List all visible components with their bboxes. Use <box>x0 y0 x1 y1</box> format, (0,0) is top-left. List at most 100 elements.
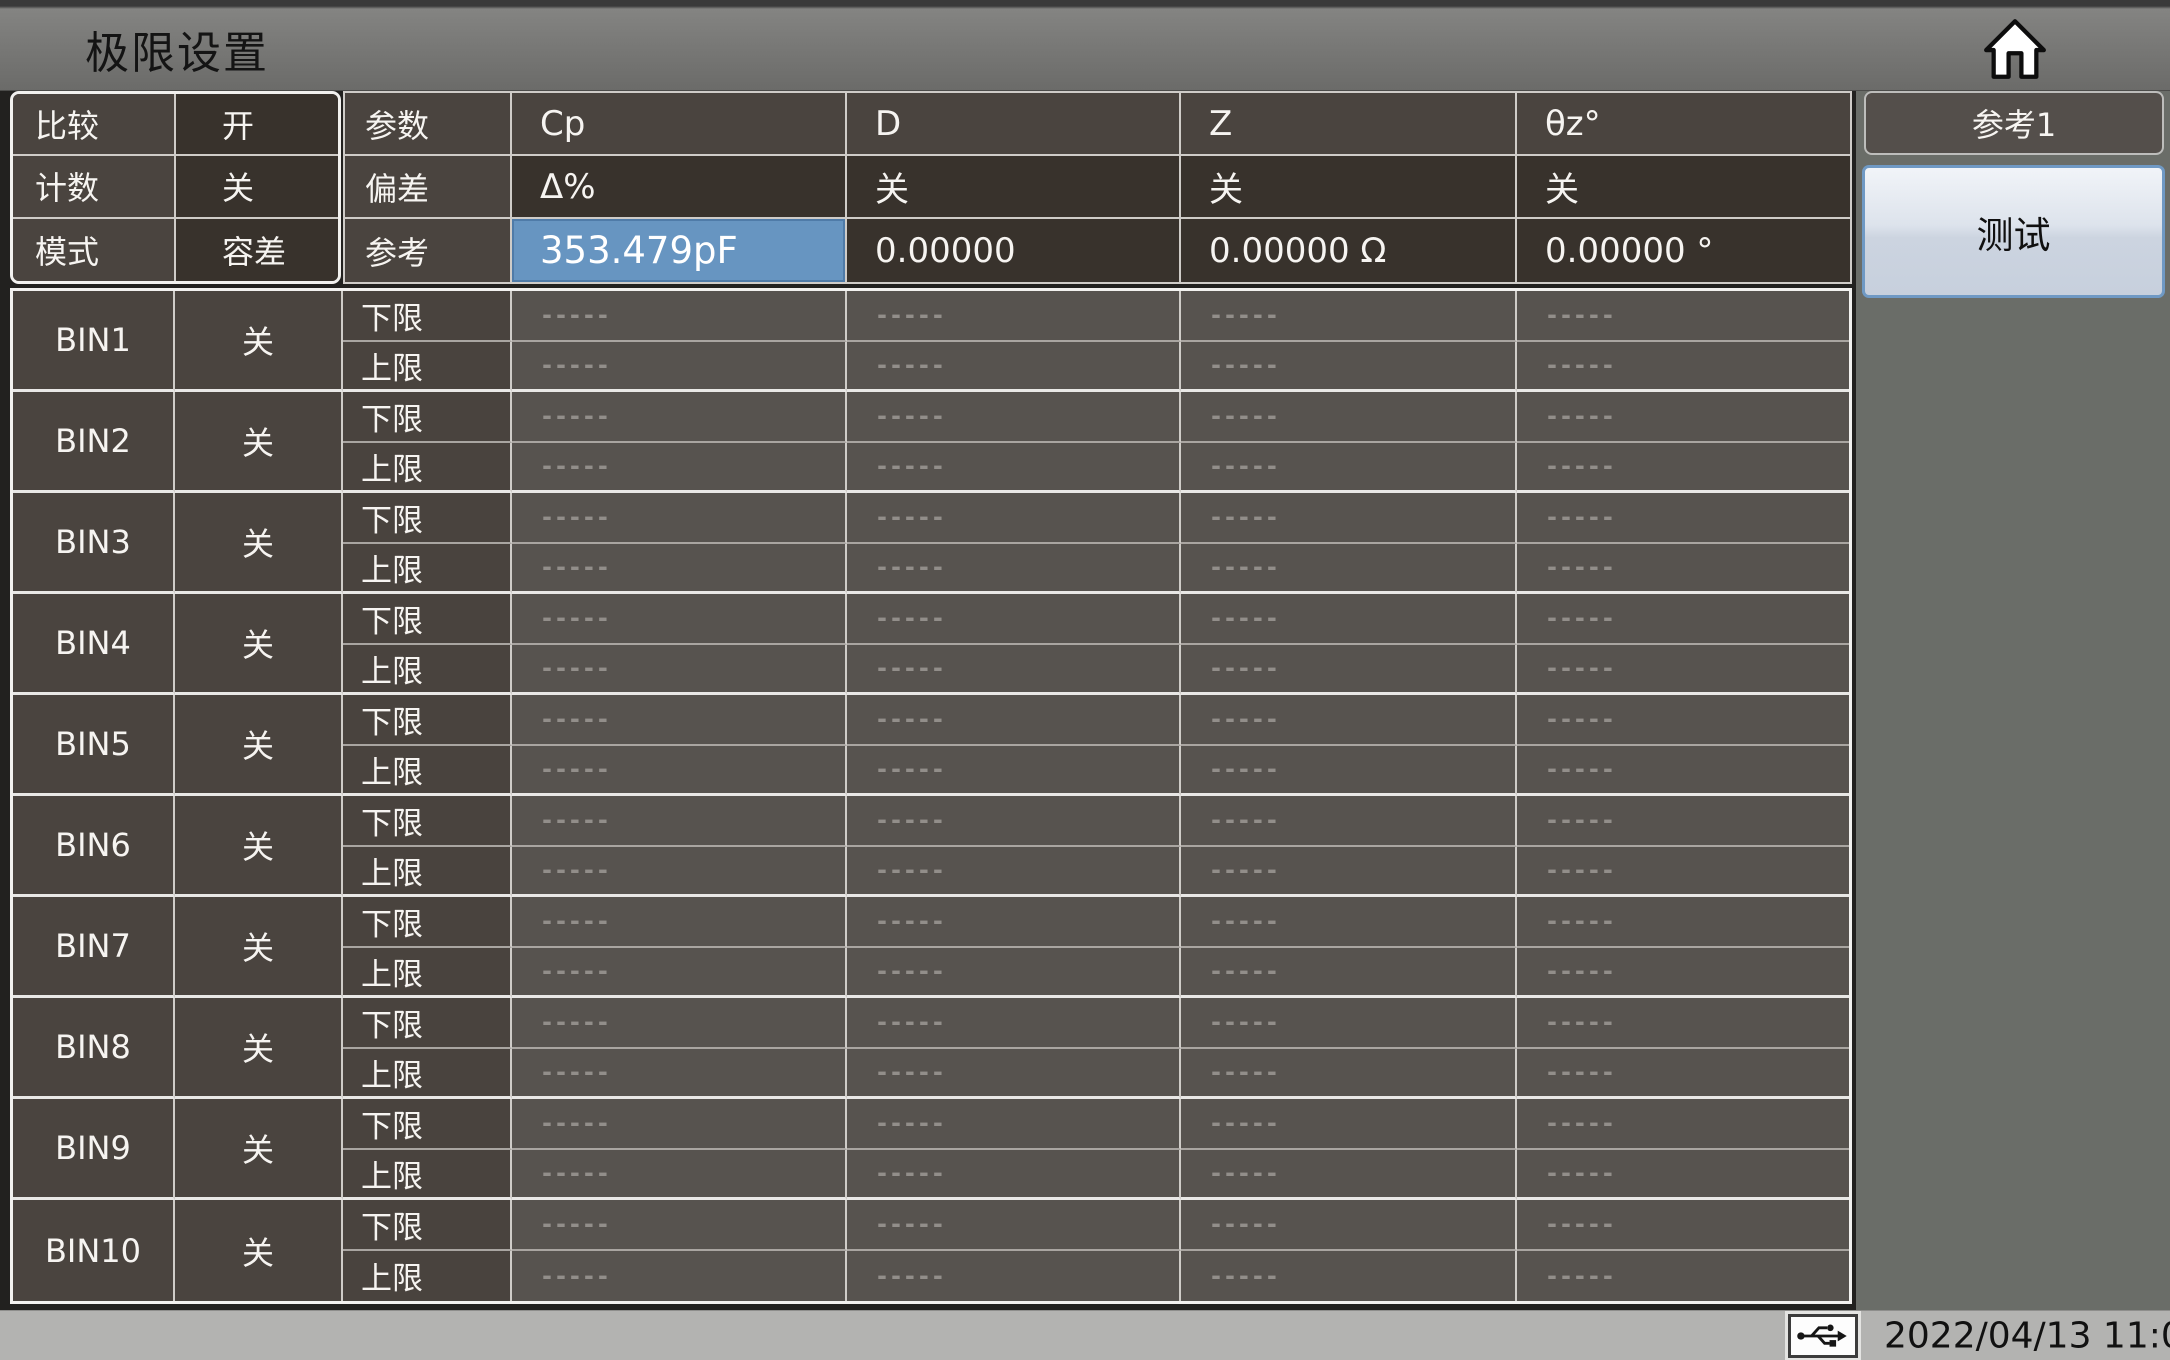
upper-limit-value[interactable]: ----- <box>1517 1048 1849 1099</box>
upper-limit-value[interactable]: ----- <box>1517 644 1849 695</box>
lower-limit-value[interactable]: ----- <box>847 1099 1181 1150</box>
lower-limit-value[interactable]: ----- <box>512 897 847 948</box>
lower-limit-value[interactable]: ----- <box>1517 998 1849 1049</box>
lower-limit-value[interactable]: ----- <box>847 1200 1181 1251</box>
upper-limit-value[interactable]: ----- <box>1517 745 1849 796</box>
lower-limit-value[interactable]: ----- <box>512 998 847 1049</box>
lower-limit-value[interactable]: ----- <box>512 695 847 746</box>
upper-limit-value[interactable]: ----- <box>1517 947 1849 998</box>
lower-limit-value[interactable]: ----- <box>1517 1200 1849 1251</box>
lower-limit-value[interactable]: ----- <box>847 493 1181 544</box>
bin-state-toggle[interactable]: 关 <box>175 493 343 594</box>
bin-state-toggle[interactable]: 关 <box>175 594 343 695</box>
lower-limit-value[interactable]: ----- <box>512 493 847 544</box>
lower-limit-value[interactable]: ----- <box>847 695 1181 746</box>
lower-limit-value[interactable]: ----- <box>847 897 1181 948</box>
upper-limit-value[interactable]: ----- <box>1181 543 1517 594</box>
upper-limit-value[interactable]: ----- <box>847 846 1181 897</box>
deviation-value-1[interactable]: 关 <box>847 156 1181 219</box>
bin-state-toggle[interactable]: 关 <box>175 291 343 392</box>
bin-state-toggle[interactable]: 关 <box>175 695 343 796</box>
upper-limit-value[interactable]: ----- <box>1181 947 1517 998</box>
deviation-value-2[interactable]: 关 <box>1181 156 1517 219</box>
upper-limit-value[interactable]: ----- <box>512 947 847 998</box>
upper-limit-value[interactable]: ----- <box>512 543 847 594</box>
lower-limit-value[interactable]: ----- <box>512 392 847 443</box>
param-name-1[interactable]: D <box>847 93 1181 156</box>
upper-limit-value[interactable]: ----- <box>847 1149 1181 1200</box>
bin-state-toggle[interactable]: 关 <box>175 796 343 897</box>
upper-limit-value[interactable]: ----- <box>512 341 847 392</box>
lower-limit-value[interactable]: ----- <box>1517 695 1849 746</box>
upper-limit-value[interactable]: ----- <box>1181 745 1517 796</box>
lower-limit-value[interactable]: ----- <box>1181 796 1517 847</box>
bin-state-toggle[interactable]: 关 <box>175 1200 343 1301</box>
upper-limit-value[interactable]: ----- <box>1181 341 1517 392</box>
lower-limit-value[interactable]: ----- <box>1517 594 1849 645</box>
upper-limit-value[interactable]: ----- <box>512 1048 847 1099</box>
lower-limit-value[interactable]: ----- <box>1181 998 1517 1049</box>
lower-limit-value[interactable]: ----- <box>847 594 1181 645</box>
lower-limit-value[interactable]: ----- <box>1181 1099 1517 1150</box>
upper-limit-value[interactable]: ----- <box>512 442 847 493</box>
lower-limit-value[interactable]: ----- <box>1517 897 1849 948</box>
upper-limit-value[interactable]: ----- <box>512 1149 847 1200</box>
lower-limit-value[interactable]: ----- <box>1181 392 1517 443</box>
lower-limit-value[interactable]: ----- <box>1517 493 1849 544</box>
lower-limit-value[interactable]: ----- <box>1181 291 1517 342</box>
param-name-2[interactable]: Z <box>1181 93 1517 156</box>
home-button[interactable] <box>1983 18 2047 80</box>
lower-limit-value[interactable]: ----- <box>512 1200 847 1251</box>
lower-limit-value[interactable]: ----- <box>1181 1200 1517 1251</box>
bin-state-toggle[interactable]: 关 <box>175 1099 343 1200</box>
lower-limit-value[interactable]: ----- <box>847 998 1181 1049</box>
lower-limit-value[interactable]: ----- <box>512 594 847 645</box>
bin-state-toggle[interactable]: 关 <box>175 392 343 493</box>
upper-limit-value[interactable]: ----- <box>1517 341 1849 392</box>
upper-limit-value[interactable]: ----- <box>1517 846 1849 897</box>
lower-limit-value[interactable]: ----- <box>847 796 1181 847</box>
upper-limit-value[interactable]: ----- <box>1181 442 1517 493</box>
lower-limit-value[interactable]: ----- <box>847 392 1181 443</box>
lower-limit-value[interactable]: ----- <box>847 291 1181 342</box>
lower-limit-value[interactable]: ----- <box>1517 796 1849 847</box>
test-page-button[interactable]: 测试 <box>1862 165 2165 298</box>
param-name-3[interactable]: θz° <box>1517 93 1850 156</box>
lower-limit-value[interactable]: ----- <box>512 1099 847 1150</box>
reference-value-1[interactable]: 0.00000 <box>847 219 1181 282</box>
upper-limit-value[interactable]: ----- <box>1181 644 1517 695</box>
bin-state-toggle[interactable]: 关 <box>175 897 343 998</box>
lower-limit-value[interactable]: ----- <box>1181 594 1517 645</box>
upper-limit-value[interactable]: ----- <box>512 846 847 897</box>
lower-limit-value[interactable]: ----- <box>1181 897 1517 948</box>
upper-limit-value[interactable]: ----- <box>1181 1048 1517 1099</box>
upper-limit-value[interactable]: ----- <box>847 341 1181 392</box>
reference-page-button[interactable]: 参考1 <box>1864 91 2164 155</box>
upper-limit-value[interactable]: ----- <box>847 543 1181 594</box>
lower-limit-value[interactable]: ----- <box>512 291 847 342</box>
reference-value-0[interactable]: 353.479pF <box>512 219 847 282</box>
deviation-value-3[interactable]: 关 <box>1517 156 1850 219</box>
upper-limit-value[interactable]: ----- <box>847 442 1181 493</box>
upper-limit-value[interactable]: ----- <box>512 644 847 695</box>
upper-limit-value[interactable]: ----- <box>847 947 1181 998</box>
reference-value-3[interactable]: 0.00000 ° <box>1517 219 1850 282</box>
mode-setting-value[interactable]: 容差 <box>176 218 338 281</box>
compare-setting-value[interactable]: 开 <box>176 94 338 157</box>
upper-limit-value[interactable]: ----- <box>847 1250 1181 1301</box>
reference-value-2[interactable]: 0.00000 Ω <box>1181 219 1517 282</box>
upper-limit-value[interactable]: ----- <box>512 1250 847 1301</box>
count-setting-value[interactable]: 关 <box>176 156 338 219</box>
lower-limit-value[interactable]: ----- <box>1517 291 1849 342</box>
upper-limit-value[interactable]: ----- <box>1517 1149 1849 1200</box>
upper-limit-value[interactable]: ----- <box>847 1048 1181 1099</box>
lower-limit-value[interactable]: ----- <box>1181 493 1517 544</box>
lower-limit-value[interactable]: ----- <box>1517 1099 1849 1150</box>
upper-limit-value[interactable]: ----- <box>847 644 1181 695</box>
lower-limit-value[interactable]: ----- <box>1517 392 1849 443</box>
param-name-0[interactable]: Cp <box>512 93 847 156</box>
upper-limit-value[interactable]: ----- <box>1181 1149 1517 1200</box>
upper-limit-value[interactable]: ----- <box>1517 1250 1849 1301</box>
upper-limit-value[interactable]: ----- <box>1181 846 1517 897</box>
lower-limit-value[interactable]: ----- <box>1181 695 1517 746</box>
